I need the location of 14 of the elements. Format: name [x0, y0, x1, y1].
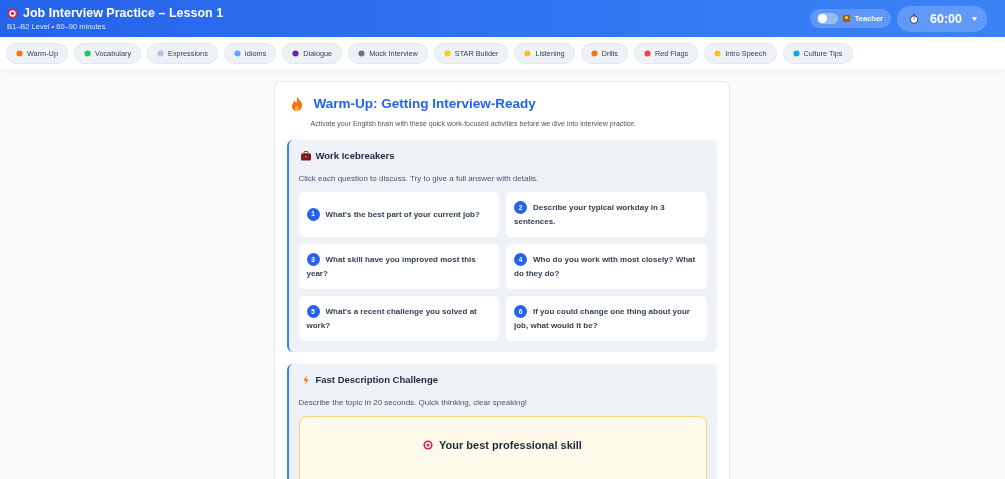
stopwatch-icon — [909, 13, 919, 24]
topic-text: Your best professional skill — [439, 439, 582, 451]
toggle-switch[interactable] — [816, 13, 838, 24]
flame-icon — [290, 96, 303, 111]
activity-instructions: Describe the topic in 20 seconds. Quick thinking, clear speaking! — [298, 398, 529, 407]
app-title: Job Interview Practice – Lesson 1 — [23, 6, 224, 20]
activity-instructions: Click each question to discuss. Try to give a full answer with details. — [298, 174, 540, 183]
activity-title: Fast Description Challenge — [315, 374, 438, 385]
activity-title: Work Icebreakers — [315, 150, 395, 161]
target-icon — [7, 7, 18, 19]
section-title: Warm-Up: Getting Interview-Ready — [313, 96, 536, 111]
target-icon — [423, 440, 434, 450]
caret-icon — [972, 16, 977, 21]
briefcase-icon — [300, 150, 311, 161]
